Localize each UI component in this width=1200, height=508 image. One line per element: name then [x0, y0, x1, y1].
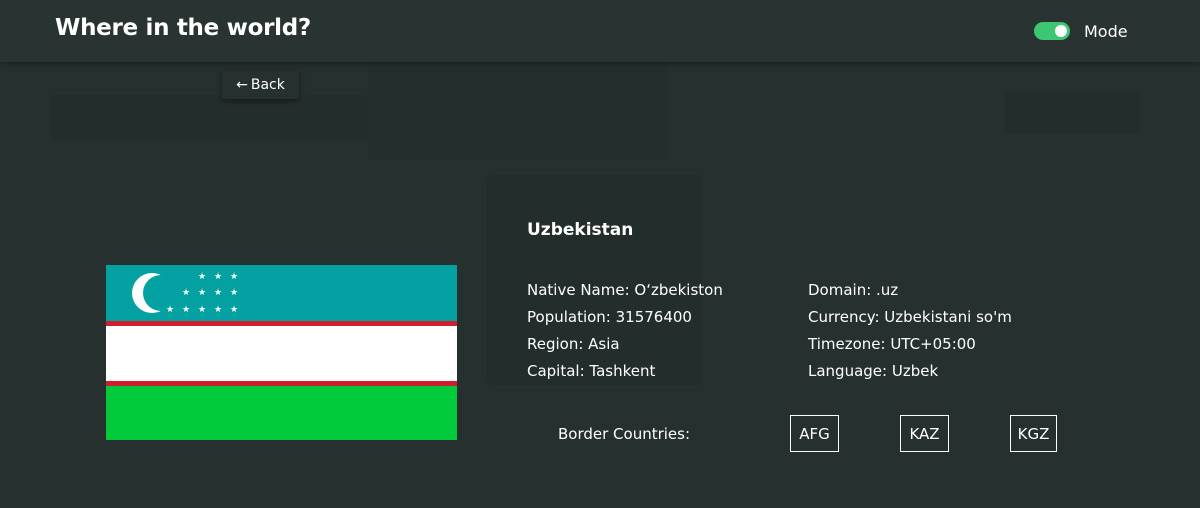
region: Region: Asia	[527, 335, 620, 353]
svg-text:★: ★	[198, 305, 206, 315]
country-name: Uzbekistan	[527, 220, 634, 240]
theme-mode-control[interactable]: Mode	[1034, 20, 1128, 42]
mode-toggle[interactable]	[1034, 22, 1070, 40]
svg-text:★: ★	[230, 305, 238, 315]
mode-label: Mode	[1084, 21, 1128, 41]
border-country-button[interactable]: KAZ	[900, 415, 949, 452]
svg-text:★: ★	[214, 305, 222, 315]
svg-text:★: ★	[166, 305, 174, 315]
native-name: Native Name: O‘zbekiston	[527, 281, 723, 299]
svg-text:★: ★	[182, 288, 190, 298]
capital: Capital: Tashkent	[527, 362, 656, 380]
currency: Currency: Uzbekistani so'm	[808, 308, 1012, 326]
svg-text:★: ★	[214, 272, 222, 282]
language: Language: Uzbek	[808, 362, 939, 380]
detail-column-left: Native Name: O‘zbekiston Population: 315…	[527, 277, 723, 385]
border-country-button[interactable]: KGZ	[1010, 415, 1057, 452]
toggle-knob	[1055, 25, 1067, 37]
country-flag: ★ ★ ★ ★ ★ ★ ★ ★ ★ ★ ★ ★	[106, 265, 457, 440]
detail-column-right: Domain: .uz Currency: Uzbekistani so'm T…	[808, 277, 1012, 385]
svg-text:★: ★	[198, 272, 206, 282]
timezone: Timezone: UTC+05:00	[808, 335, 976, 353]
back-arrow-icon: ←	[236, 76, 248, 93]
svg-text:★: ★	[182, 305, 190, 315]
svg-text:★: ★	[214, 288, 222, 298]
back-label: Back	[250, 76, 285, 93]
background-panel	[1005, 92, 1140, 134]
app-header: Where in the world? Mode	[0, 0, 1200, 62]
background-panel	[368, 60, 668, 160]
domain: Domain: .uz	[808, 281, 899, 299]
border-country-button[interactable]: AFG	[790, 415, 839, 452]
background-panel	[50, 95, 368, 140]
back-button[interactable]: ← Back	[222, 70, 299, 99]
svg-text:★: ★	[230, 288, 238, 298]
svg-text:★: ★	[230, 272, 238, 282]
border-countries-label: Border Countries:	[558, 425, 691, 443]
population: Population: 31576400	[527, 308, 692, 326]
app-title: Where in the world?	[55, 15, 311, 41]
svg-text:★: ★	[198, 288, 206, 298]
